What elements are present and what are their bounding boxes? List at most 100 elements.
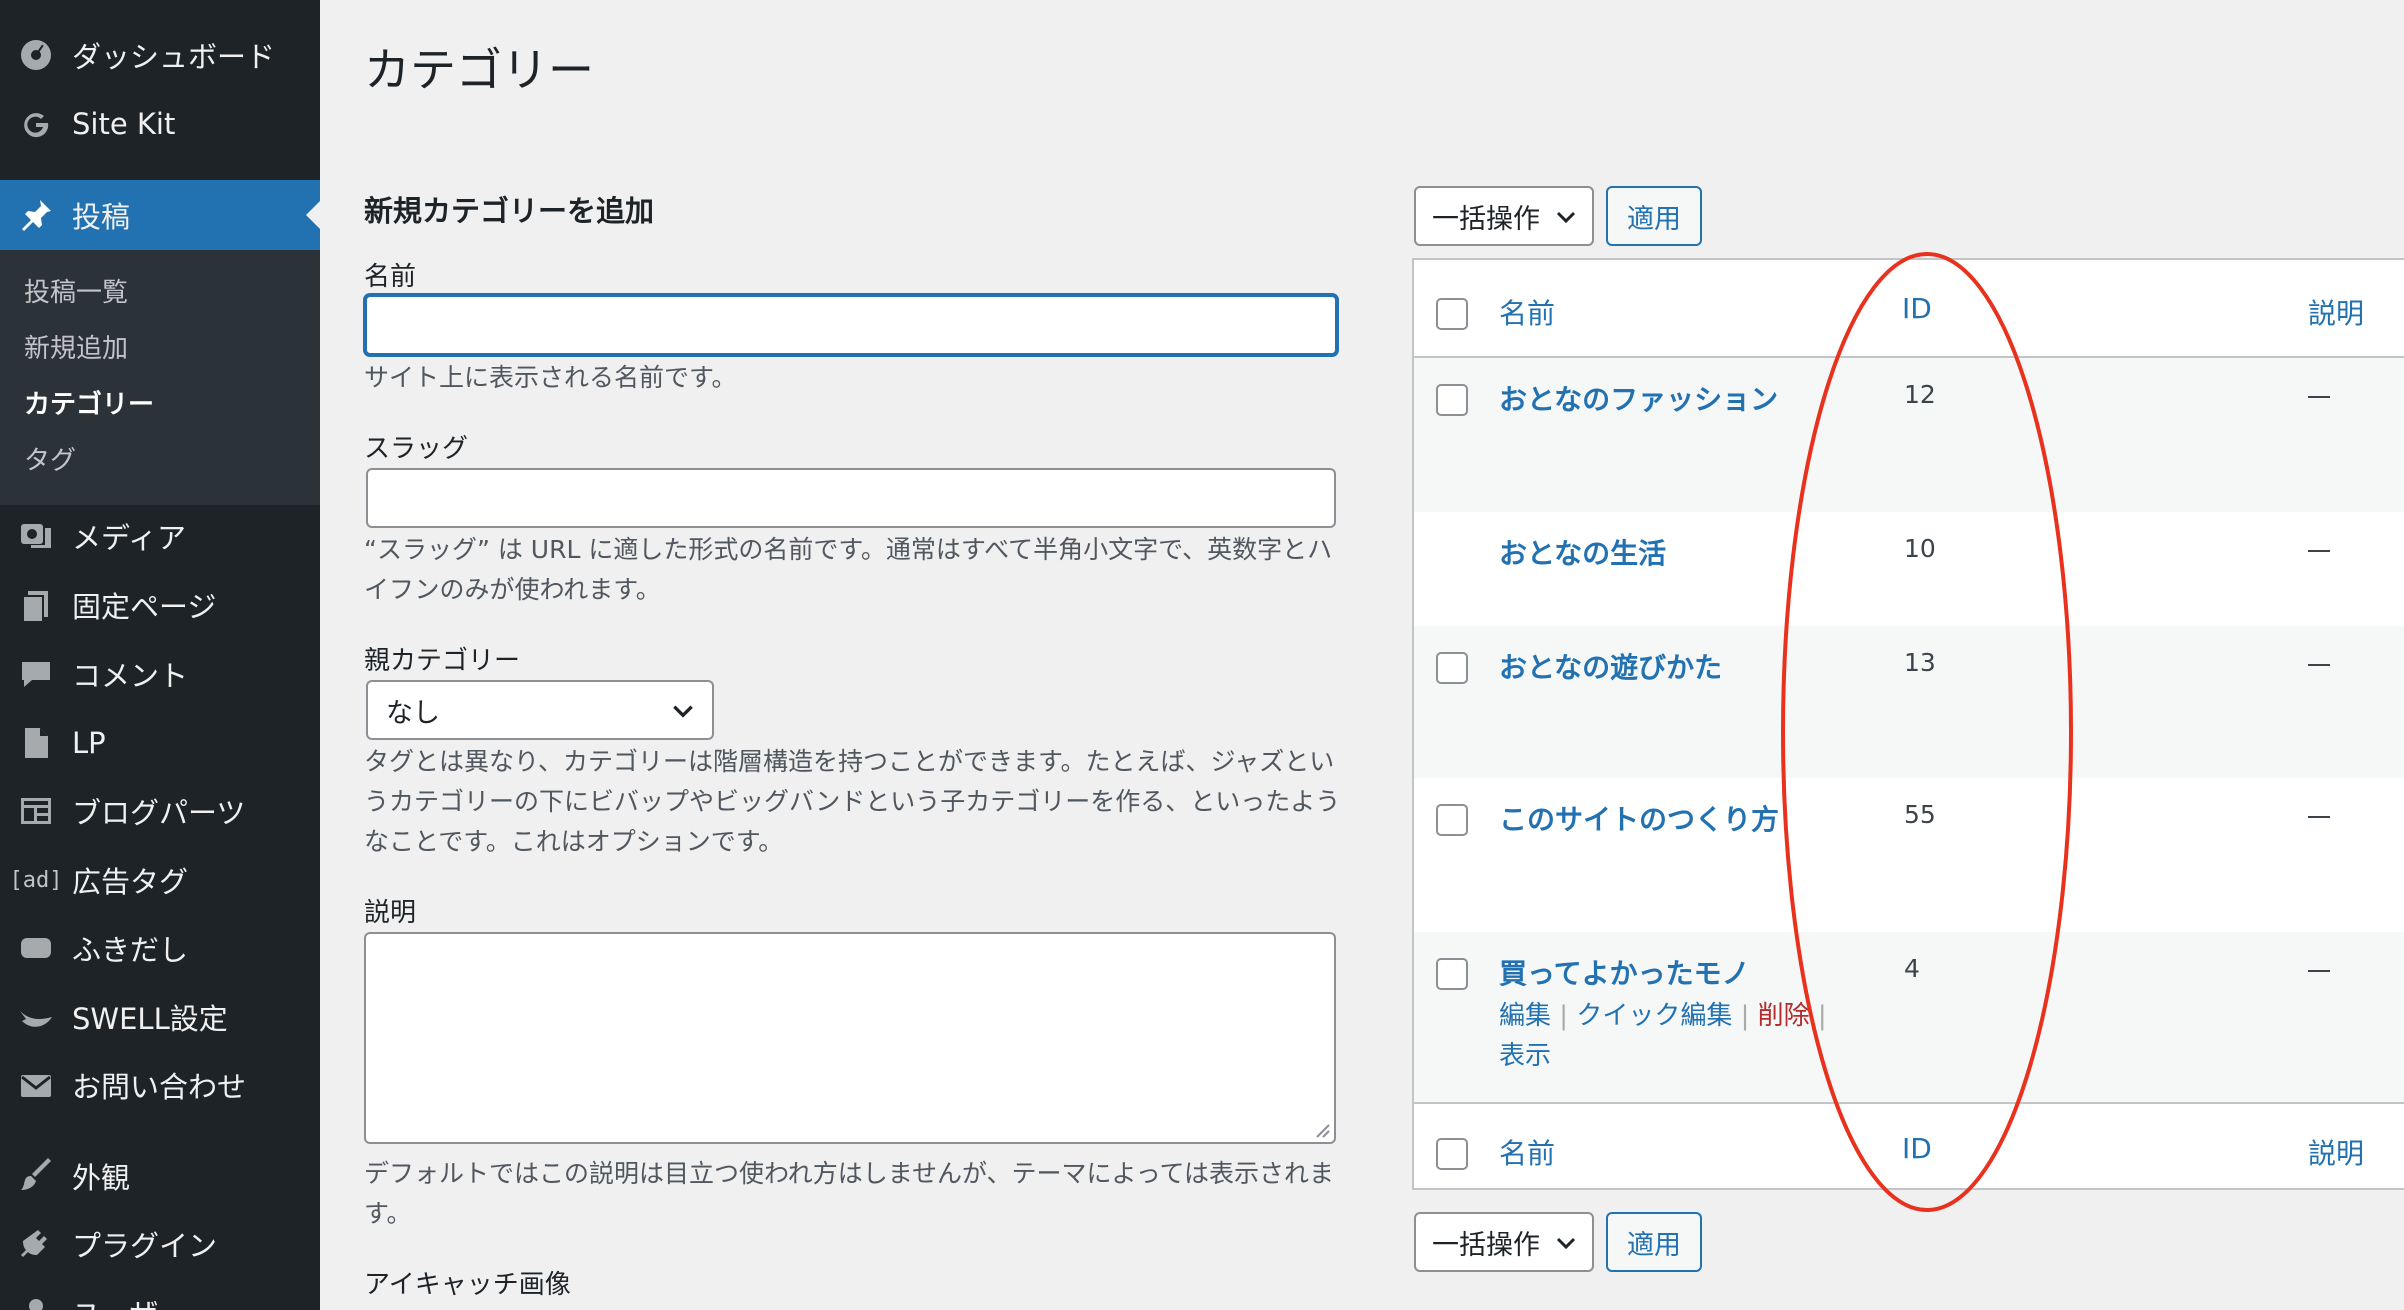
row-action-delete[interactable]: 削除 xyxy=(1758,1001,1810,1031)
menu-sitekit[interactable]: Site Kit xyxy=(0,93,320,155)
row-checkbox[interactable] xyxy=(1436,384,1468,416)
table-row[interactable]: 買ってよかったモノ 4 編集 | クイック編集 | 削除 | 表示 xyxy=(1414,932,2404,1102)
category-slug-input[interactable] xyxy=(366,468,1336,528)
table-row[interactable]: おとなの生活 10 xyxy=(1414,512,2404,626)
submenu-categories[interactable]: カテゴリー xyxy=(24,384,154,421)
posts-submenu: 投稿一覧 新規追加 カテゴリー タグ xyxy=(0,250,320,505)
category-id: 4 xyxy=(1904,954,1920,983)
column-header-description[interactable]: 説明 xyxy=(2308,292,2364,332)
table-row[interactable]: おとなのファッション 12 xyxy=(1414,358,2404,512)
menu-swell-settings-label: SWELL設定 xyxy=(72,1002,228,1036)
chevron-down-icon xyxy=(1556,1237,1576,1250)
menu-media[interactable]: メディア xyxy=(0,505,320,567)
menu-dashboard[interactable]: ダッシュボード xyxy=(0,24,320,86)
submenu-add-new[interactable]: 新規追加 xyxy=(24,328,128,365)
bulk-action-select-bottom[interactable]: 一括操作 xyxy=(1414,1212,1594,1272)
menu-users[interactable]: ユーザー xyxy=(0,1281,320,1310)
comment-bubble-icon xyxy=(16,654,56,694)
row-action-view[interactable]: 表示 xyxy=(1499,1041,1551,1071)
menu-contact-label: お問い合わせ xyxy=(72,1070,247,1104)
user-icon xyxy=(16,1292,56,1310)
row-action-edit[interactable]: 編集 xyxy=(1499,1001,1551,1031)
apply-button-bottom[interactable]: 適用 xyxy=(1606,1212,1702,1272)
add-category-heading: 新規カテゴリーを追加 xyxy=(364,194,655,228)
column-header-id[interactable]: ID xyxy=(1902,292,1932,325)
paintbrush-icon xyxy=(16,1156,56,1196)
menu-blog-parts[interactable]: ブログパーツ xyxy=(0,780,320,842)
menu-appearance[interactable]: 外観 xyxy=(0,1145,320,1207)
page-title: カテゴリー xyxy=(364,43,594,97)
category-description-empty xyxy=(2308,816,2330,818)
description-help-text: デフォルトではこの説明は目立つ使われ方はしませんが、テーマによっては表示されます… xyxy=(364,1159,1335,1228)
menu-lp[interactable]: LP xyxy=(0,712,320,774)
menu-comments[interactable]: コメント xyxy=(0,643,320,705)
name-label: 名前 xyxy=(364,262,417,292)
menu-appearance-label: 外観 xyxy=(72,1161,131,1195)
bulk-action-select-top[interactable]: 一括操作 xyxy=(1414,186,1594,246)
category-id: 55 xyxy=(1904,800,1936,829)
apply-button-top[interactable]: 適用 xyxy=(1606,186,1702,246)
menu-lp-label: LP xyxy=(72,726,106,760)
parent-help-text: タグとは異なり、カテゴリーは階層構造を持つことができます。たとえば、ジャズという… xyxy=(364,747,1341,856)
bulk-action-label: 一括操作 xyxy=(1432,203,1540,235)
select-all-checkbox[interactable] xyxy=(1436,298,1468,330)
categories-table: 名前 ID 説明 おとなのファッション 12 おとなの生活 10 おとなの遊びか… xyxy=(1412,258,2404,1190)
category-name-link[interactable]: 買ってよかったモノ xyxy=(1499,952,1750,992)
plug-icon xyxy=(16,1224,56,1264)
menu-contact[interactable]: お問い合わせ xyxy=(0,1054,320,1116)
menu-sitekit-label: Site Kit xyxy=(72,107,176,141)
category-description-empty xyxy=(2308,664,2330,666)
dashboard-gauge-icon xyxy=(16,35,56,75)
category-name-link[interactable]: このサイトのつくり方 xyxy=(1499,798,1779,838)
row-action-quick-edit[interactable]: クイック編集 xyxy=(1576,1001,1732,1031)
menu-posts[interactable]: 投稿 xyxy=(0,180,320,250)
category-description-textarea[interactable] xyxy=(364,932,1336,1144)
row-action-separator: | xyxy=(1740,1001,1750,1031)
menu-ad-tags[interactable]: [ad] 広告タグ xyxy=(0,849,320,911)
ad-icon: [ad] xyxy=(9,867,63,893)
category-name-link[interactable]: おとなのファッション xyxy=(1499,378,1778,418)
speech-bubble-icon xyxy=(16,928,56,968)
parent-category-select[interactable]: なし xyxy=(366,680,714,740)
row-action-separator: | xyxy=(1559,1001,1569,1031)
resize-grip-icon[interactable] xyxy=(1312,1120,1330,1138)
column-footer-id[interactable]: ID xyxy=(1902,1132,1932,1165)
column-footer-name[interactable]: 名前 xyxy=(1499,1132,1555,1172)
submenu-all-posts[interactable]: 投稿一覧 xyxy=(24,272,128,309)
parent-category-label: 親カテゴリー xyxy=(364,646,521,676)
table-header-row: 名前 ID 説明 xyxy=(1414,260,2404,358)
google-g-icon xyxy=(16,104,56,144)
description-label: 説明 xyxy=(364,898,417,928)
category-description-empty xyxy=(2308,970,2330,972)
table-footer-row: 名前 ID 説明 xyxy=(1414,1102,2404,1190)
category-name-input[interactable] xyxy=(364,294,1338,356)
menu-posts-label: 投稿 xyxy=(72,200,131,234)
category-id: 10 xyxy=(1904,534,1936,563)
menu-swell-settings[interactable]: SWELL設定 xyxy=(0,986,320,1048)
envelope-icon xyxy=(16,1065,56,1105)
column-footer-description[interactable]: 説明 xyxy=(2308,1132,2364,1172)
admin-sidebar: ダッシュボード Site Kit 投稿 投稿一覧 新規追加 カテゴリー タグ メ… xyxy=(0,0,320,1310)
row-actions: 編集 | クイック編集 | 削除 | 表示 xyxy=(1499,996,1859,1076)
slug-help-text: “スラッグ” は URL に適した形式の名前です。通常はすべて半角小文字で、英数… xyxy=(364,535,1333,604)
row-checkbox[interactable] xyxy=(1436,804,1468,836)
select-all-checkbox-footer[interactable] xyxy=(1436,1138,1468,1170)
menu-plugins-label: プラグイン xyxy=(72,1229,218,1263)
menu-fukidashi[interactable]: ふきだし xyxy=(0,917,320,979)
blog-parts-layout-icon xyxy=(16,791,56,831)
menu-fukidashi-label: ふきだし xyxy=(72,933,189,967)
category-name-link[interactable]: おとなの遊びかた xyxy=(1499,646,1722,686)
column-header-name[interactable]: 名前 xyxy=(1499,292,1555,332)
pushpin-icon xyxy=(16,195,56,235)
submenu-tags[interactable]: タグ xyxy=(24,440,76,477)
category-id: 12 xyxy=(1904,380,1936,409)
parent-category-value: なし xyxy=(386,697,440,729)
row-checkbox[interactable] xyxy=(1436,958,1468,990)
row-checkbox[interactable] xyxy=(1436,652,1468,684)
table-row[interactable]: このサイトのつくり方 55 xyxy=(1414,778,2404,932)
table-row[interactable]: おとなの遊びかた 13 xyxy=(1414,626,2404,778)
menu-pages[interactable]: 固定ページ xyxy=(0,574,320,636)
category-description-empty xyxy=(2308,550,2330,552)
menu-plugins[interactable]: プラグイン xyxy=(0,1213,320,1275)
category-name-link[interactable]: おとなの生活 xyxy=(1499,532,1666,572)
